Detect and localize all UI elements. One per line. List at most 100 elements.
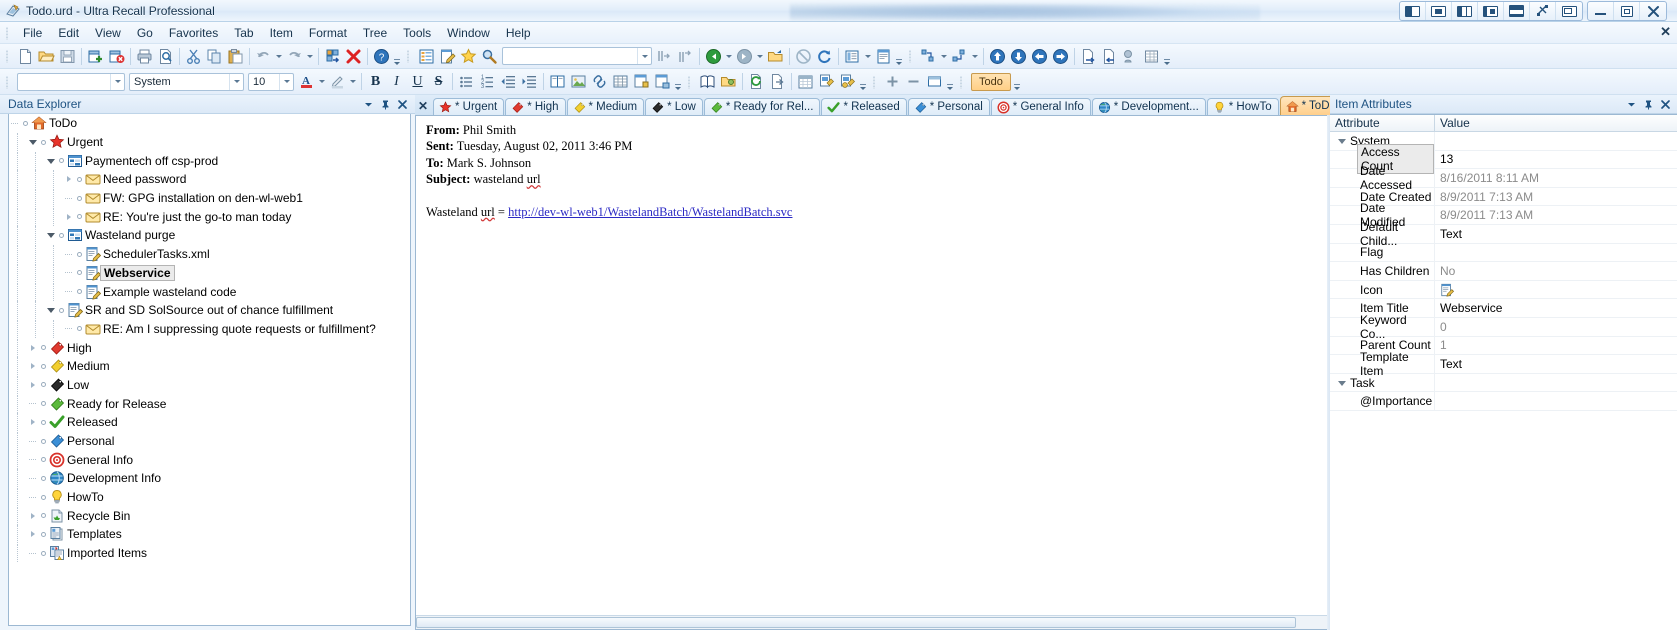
attribute-value-cell[interactable] — [1435, 244, 1677, 262]
strikethrough-icon[interactable]: S — [428, 71, 449, 92]
group-expander-icon[interactable] — [1338, 139, 1346, 145]
undo-dropdown[interactable] — [274, 46, 284, 67]
indent-in-icon[interactable] — [949, 46, 970, 67]
tree-item-paymentech-off-csp-prod[interactable]: Paymentech off csp-prod — [9, 151, 410, 170]
todo-chip-button[interactable]: Todo — [971, 72, 1011, 91]
indent-in-dropdown[interactable] — [970, 46, 980, 67]
close-window-icon[interactable] — [106, 46, 127, 67]
attribute-value-cell[interactable]: Webservice — [1435, 299, 1677, 317]
attribute-row[interactable]: @Importance — [1330, 392, 1677, 411]
tree-item-label[interactable]: SchedulerTasks.xml — [101, 247, 212, 261]
copy-icon[interactable] — [204, 46, 225, 67]
layout-stack-icon[interactable] — [1504, 2, 1530, 20]
tree-item-label[interactable]: ToDo — [47, 116, 79, 130]
delete-icon[interactable] — [343, 46, 364, 67]
layout-split3-icon[interactable] — [1452, 2, 1478, 20]
tree-item-need-password[interactable]: Need password — [9, 170, 410, 189]
dictionary-icon[interactable] — [697, 71, 718, 92]
stop-icon[interactable] — [793, 46, 814, 67]
menu-tab[interactable]: Tab — [226, 23, 261, 43]
window-controls[interactable] — [1587, 1, 1667, 21]
underline-icon[interactable]: U — [407, 71, 428, 92]
save-icon[interactable] — [57, 46, 78, 67]
attribute-value-cell[interactable]: 8/9/2011 7:13 AM — [1435, 206, 1677, 224]
zoom-out-icon[interactable] — [903, 71, 924, 92]
menu-favorites[interactable]: Favorites — [161, 23, 226, 43]
bullet-list-icon[interactable] — [456, 71, 477, 92]
import-icon[interactable] — [1099, 46, 1120, 67]
indent-out-icon[interactable] — [918, 46, 939, 67]
back-dropdown[interactable] — [724, 46, 734, 67]
attribute-row[interactable]: Default Child... Text — [1330, 220, 1677, 248]
tree-item-wasteland-purge[interactable]: Wasteland purge — [9, 226, 410, 245]
spellcheck-icon[interactable] — [1120, 46, 1141, 67]
calendar-icon[interactable] — [795, 71, 816, 92]
print-icon[interactable] — [134, 46, 155, 67]
tree-item-label[interactable]: Urgent — [65, 135, 105, 149]
tree-item-sr-and-sd-solsource-out-of-chance-fulfillment[interactable]: SR and SD SolSource out of chance fulfil… — [9, 301, 410, 320]
close-icon[interactable] — [1640, 2, 1666, 20]
font-color-icon[interactable]: A — [296, 71, 317, 92]
tree-item-recycle-bin[interactable]: Recycle Bin — [9, 506, 410, 525]
table-icon[interactable] — [610, 71, 631, 92]
menu-item[interactable]: Item — [262, 23, 301, 43]
layout-left-icon[interactable] — [1400, 2, 1426, 20]
flag-add-icon[interactable] — [816, 71, 837, 92]
move-down-icon[interactable] — [1008, 46, 1029, 67]
open-folder-icon[interactable] — [36, 46, 57, 67]
tree-item-general-info[interactable]: General Info — [9, 450, 410, 469]
attribute-row[interactable]: Date Accessed 8/16/2011 8:11 AM — [1330, 164, 1677, 192]
attribute-value-cell[interactable] — [1435, 392, 1677, 410]
attribute-value-cell[interactable]: 8/9/2011 7:13 AM — [1435, 188, 1677, 206]
tree-item-label[interactable]: Paymentech off csp-prod — [83, 154, 220, 168]
search-input[interactable] — [502, 47, 652, 65]
menu-window[interactable]: Window — [439, 23, 498, 43]
attribute-value-cell[interactable] — [1435, 281, 1677, 299]
zoom-in-icon[interactable] — [882, 71, 903, 92]
document-tab-released[interactable]: * Released — [821, 98, 907, 115]
tree-expander-open-icon[interactable] — [45, 152, 56, 170]
tree-item-templates[interactable]: Templates — [9, 525, 410, 544]
document-tab-medium[interactable]: * Medium — [566, 98, 645, 115]
toolbar-grip-3[interactable] — [907, 48, 915, 64]
tree-item-label[interactable]: Templates — [65, 527, 124, 541]
pushpin-icon[interactable] — [1641, 97, 1655, 111]
document-tab-howto[interactable]: * HowTo — [1206, 98, 1279, 115]
menu-help[interactable]: Help — [498, 23, 539, 43]
edit-note-icon[interactable] — [437, 46, 458, 67]
restore-icon[interactable] — [1614, 2, 1640, 20]
insert-link-icon[interactable] — [589, 71, 610, 92]
wasteland-service-link[interactable]: http://dev-wl-web1/WastelandBatch/Wastel… — [508, 205, 792, 219]
font-color-dropdown[interactable] — [317, 71, 327, 92]
tree-item-re-you-re-just-the-go-to-man-today[interactable]: RE: You're just the go-to man today — [9, 207, 410, 226]
layout-free-icon[interactable] — [1530, 2, 1556, 20]
data-explorer-tree[interactable]: ToDo Urgent Paymentech off csp-prod Need pa… — [8, 114, 411, 626]
export-icon[interactable] — [1078, 46, 1099, 67]
refresh-icon[interactable] — [814, 46, 835, 67]
tree-item-label[interactable]: FW: GPG installation on den-wl-web1 — [101, 191, 305, 205]
attribute-row[interactable]: Template Item Text — [1330, 350, 1677, 378]
format-grip-1[interactable] — [4, 74, 12, 90]
editor-horizontal-scrollbar[interactable] — [416, 615, 1329, 629]
tree-item-label[interactable]: HowTo — [65, 490, 106, 504]
paste-icon[interactable] — [225, 46, 246, 67]
indent-increase-icon[interactable] — [519, 71, 540, 92]
layout-split2-icon[interactable] — [1478, 2, 1504, 20]
font-size-arrow[interactable] — [279, 73, 293, 90]
tree-expander-closed-icon[interactable] — [27, 376, 38, 394]
column-header-attribute[interactable]: Attribute — [1330, 115, 1435, 131]
toolbar-grip-2[interactable] — [405, 48, 413, 64]
attribute-value-cell[interactable]: 13 — [1435, 151, 1677, 169]
attributes-grid[interactable]: Attribute Value System Access Count 13 Date… — [1330, 114, 1677, 630]
tree-item-label[interactable]: Wasteland purge — [83, 228, 177, 242]
attribute-row[interactable]: Icon — [1330, 280, 1677, 300]
tree-expander-closed-icon[interactable] — [27, 339, 38, 357]
window-icon[interactable] — [924, 71, 945, 92]
find-next-icon[interactable] — [675, 46, 696, 67]
format-overflow-1[interactable] — [673, 71, 682, 92]
redo-dropdown[interactable] — [305, 46, 315, 67]
tree-item-label[interactable]: Low — [65, 378, 91, 392]
tree-item-schedulertasks-xml[interactable]: SchedulerTasks.xml — [9, 245, 410, 264]
folder-open-icon[interactable] — [718, 71, 739, 92]
toolbar-grip-1[interactable] — [4, 48, 12, 64]
